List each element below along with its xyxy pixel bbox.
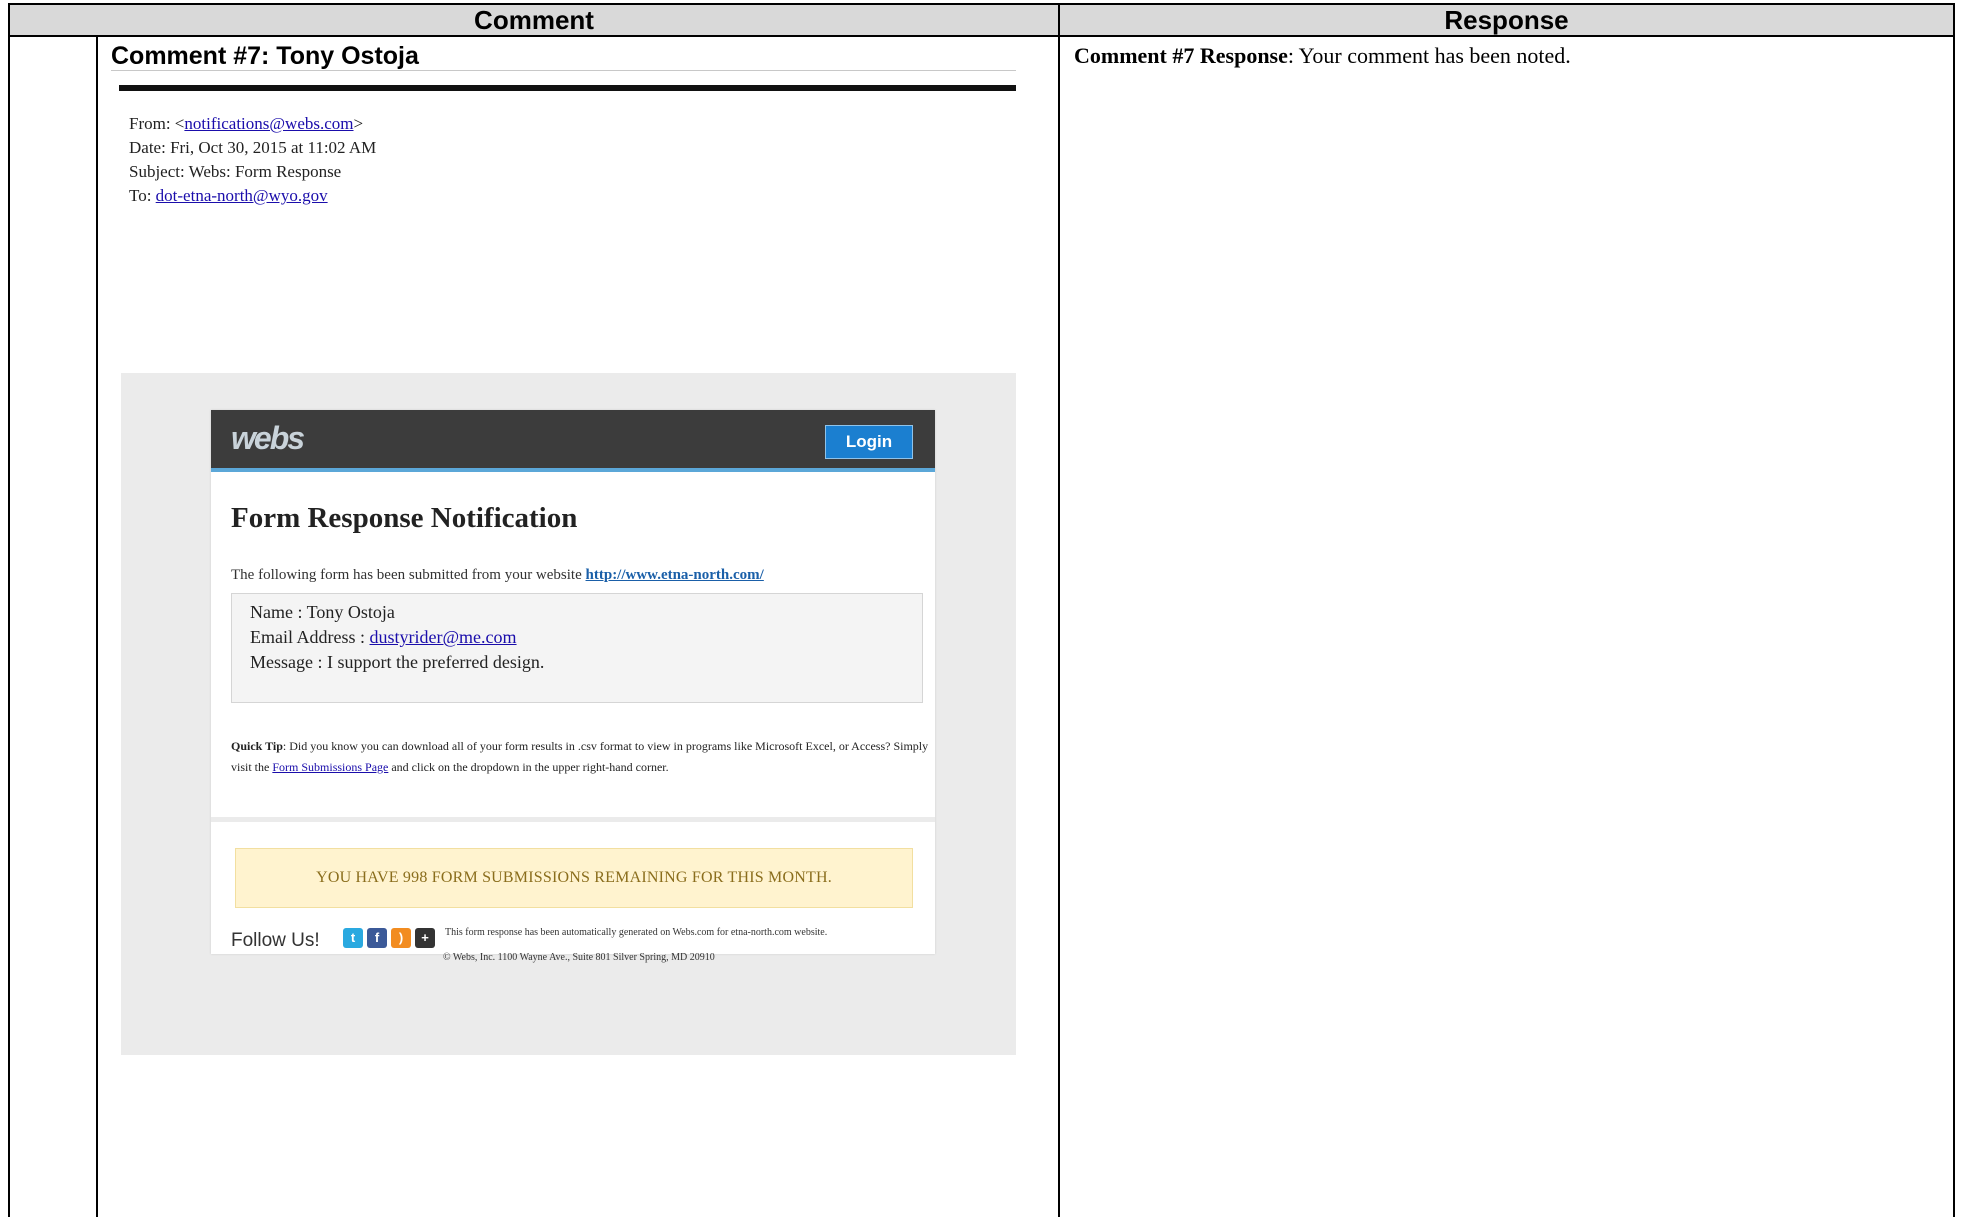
intro-text: The following form has been submitted fr…: [231, 567, 764, 583]
twitter-icon[interactable]: t: [343, 928, 363, 948]
email-header-bar: [119, 85, 1016, 91]
rss-icon[interactable]: ): [391, 928, 411, 948]
email-date: Date: Fri, Oct 30, 2015 at 11:02 AM: [129, 138, 377, 157]
response-label: Comment #7 Response: [1074, 43, 1288, 68]
index-column-divider: [96, 35, 98, 1217]
email-headers: From: <notifications@webs.com> Date: Fri…: [129, 112, 376, 208]
scanned-email: From: <notifications@webs.com> Date: Fri…: [111, 75, 1016, 1060]
table-border-right: [1953, 3, 1955, 1217]
field-message: Message : I support the preferred design…: [250, 652, 545, 672]
quick-tip: Quick Tip: Did you know you can download…: [231, 739, 929, 774]
comment-title-rule: [111, 70, 1016, 71]
notification-card: webs Login Form Response Notification Th…: [211, 410, 935, 963]
form-fields-box: Name : Tony Ostoja Email Address : dusty…: [231, 593, 923, 703]
webs-logo: webs: [231, 420, 305, 456]
comment-title: Comment #7: Tony Ostoja: [111, 42, 419, 70]
email-from-link[interactable]: notifications@webs.com: [184, 114, 353, 133]
header-divider: [8, 35, 1955, 37]
card-topbar: webs Login: [211, 410, 935, 472]
field-name: Name : Tony Ostoja: [250, 602, 395, 622]
email-subject: Subject: Webs: Form Response: [129, 162, 342, 181]
notification-title: Form Response Notification: [231, 502, 578, 534]
response-column-header: Response: [1060, 5, 1953, 35]
footer-address: © Webs, Inc. 1100 Wayne Ave., Suite 801 …: [443, 952, 715, 963]
footer-notice: This form response has been automaticall…: [445, 927, 828, 938]
website-link[interactable]: http://www.etna-north.com/: [586, 567, 764, 583]
email-value-link[interactable]: dustyrider@me.com: [370, 627, 517, 647]
column-divider: [1058, 3, 1060, 1217]
comment-column-header: Comment: [10, 5, 1058, 35]
section-divider: [211, 817, 935, 822]
table-border-top: [8, 3, 1955, 5]
email-to: To: dot-etna-north@wyo.gov: [129, 186, 328, 205]
facebook-icon[interactable]: f: [367, 928, 387, 948]
quota-banner: YOU HAVE 998 FORM SUBMISSIONS REMAINING …: [235, 848, 913, 908]
email-to-link[interactable]: dot-etna-north@wyo.gov: [156, 186, 328, 205]
follow-us-label: Follow Us!: [231, 930, 320, 951]
email-from: From: <notifications@webs.com>: [129, 114, 364, 133]
login-button[interactable]: Login: [825, 425, 913, 459]
response-body: : Your comment has been noted.: [1287, 43, 1571, 68]
plus-icon[interactable]: +: [415, 928, 435, 948]
table-border-left: [8, 3, 10, 1217]
field-email: Email Address : dustyrider@me.com: [250, 627, 517, 647]
form-submissions-link[interactable]: Form Submissions Page: [272, 760, 388, 774]
quick-tip-label: Quick Tip: [231, 739, 283, 753]
response-text: Comment #7 Response: Your comment has be…: [1074, 43, 1571, 69]
comment-response-table: Comment Response Comment #7: Tony Ostoja…: [0, 0, 1961, 1217]
